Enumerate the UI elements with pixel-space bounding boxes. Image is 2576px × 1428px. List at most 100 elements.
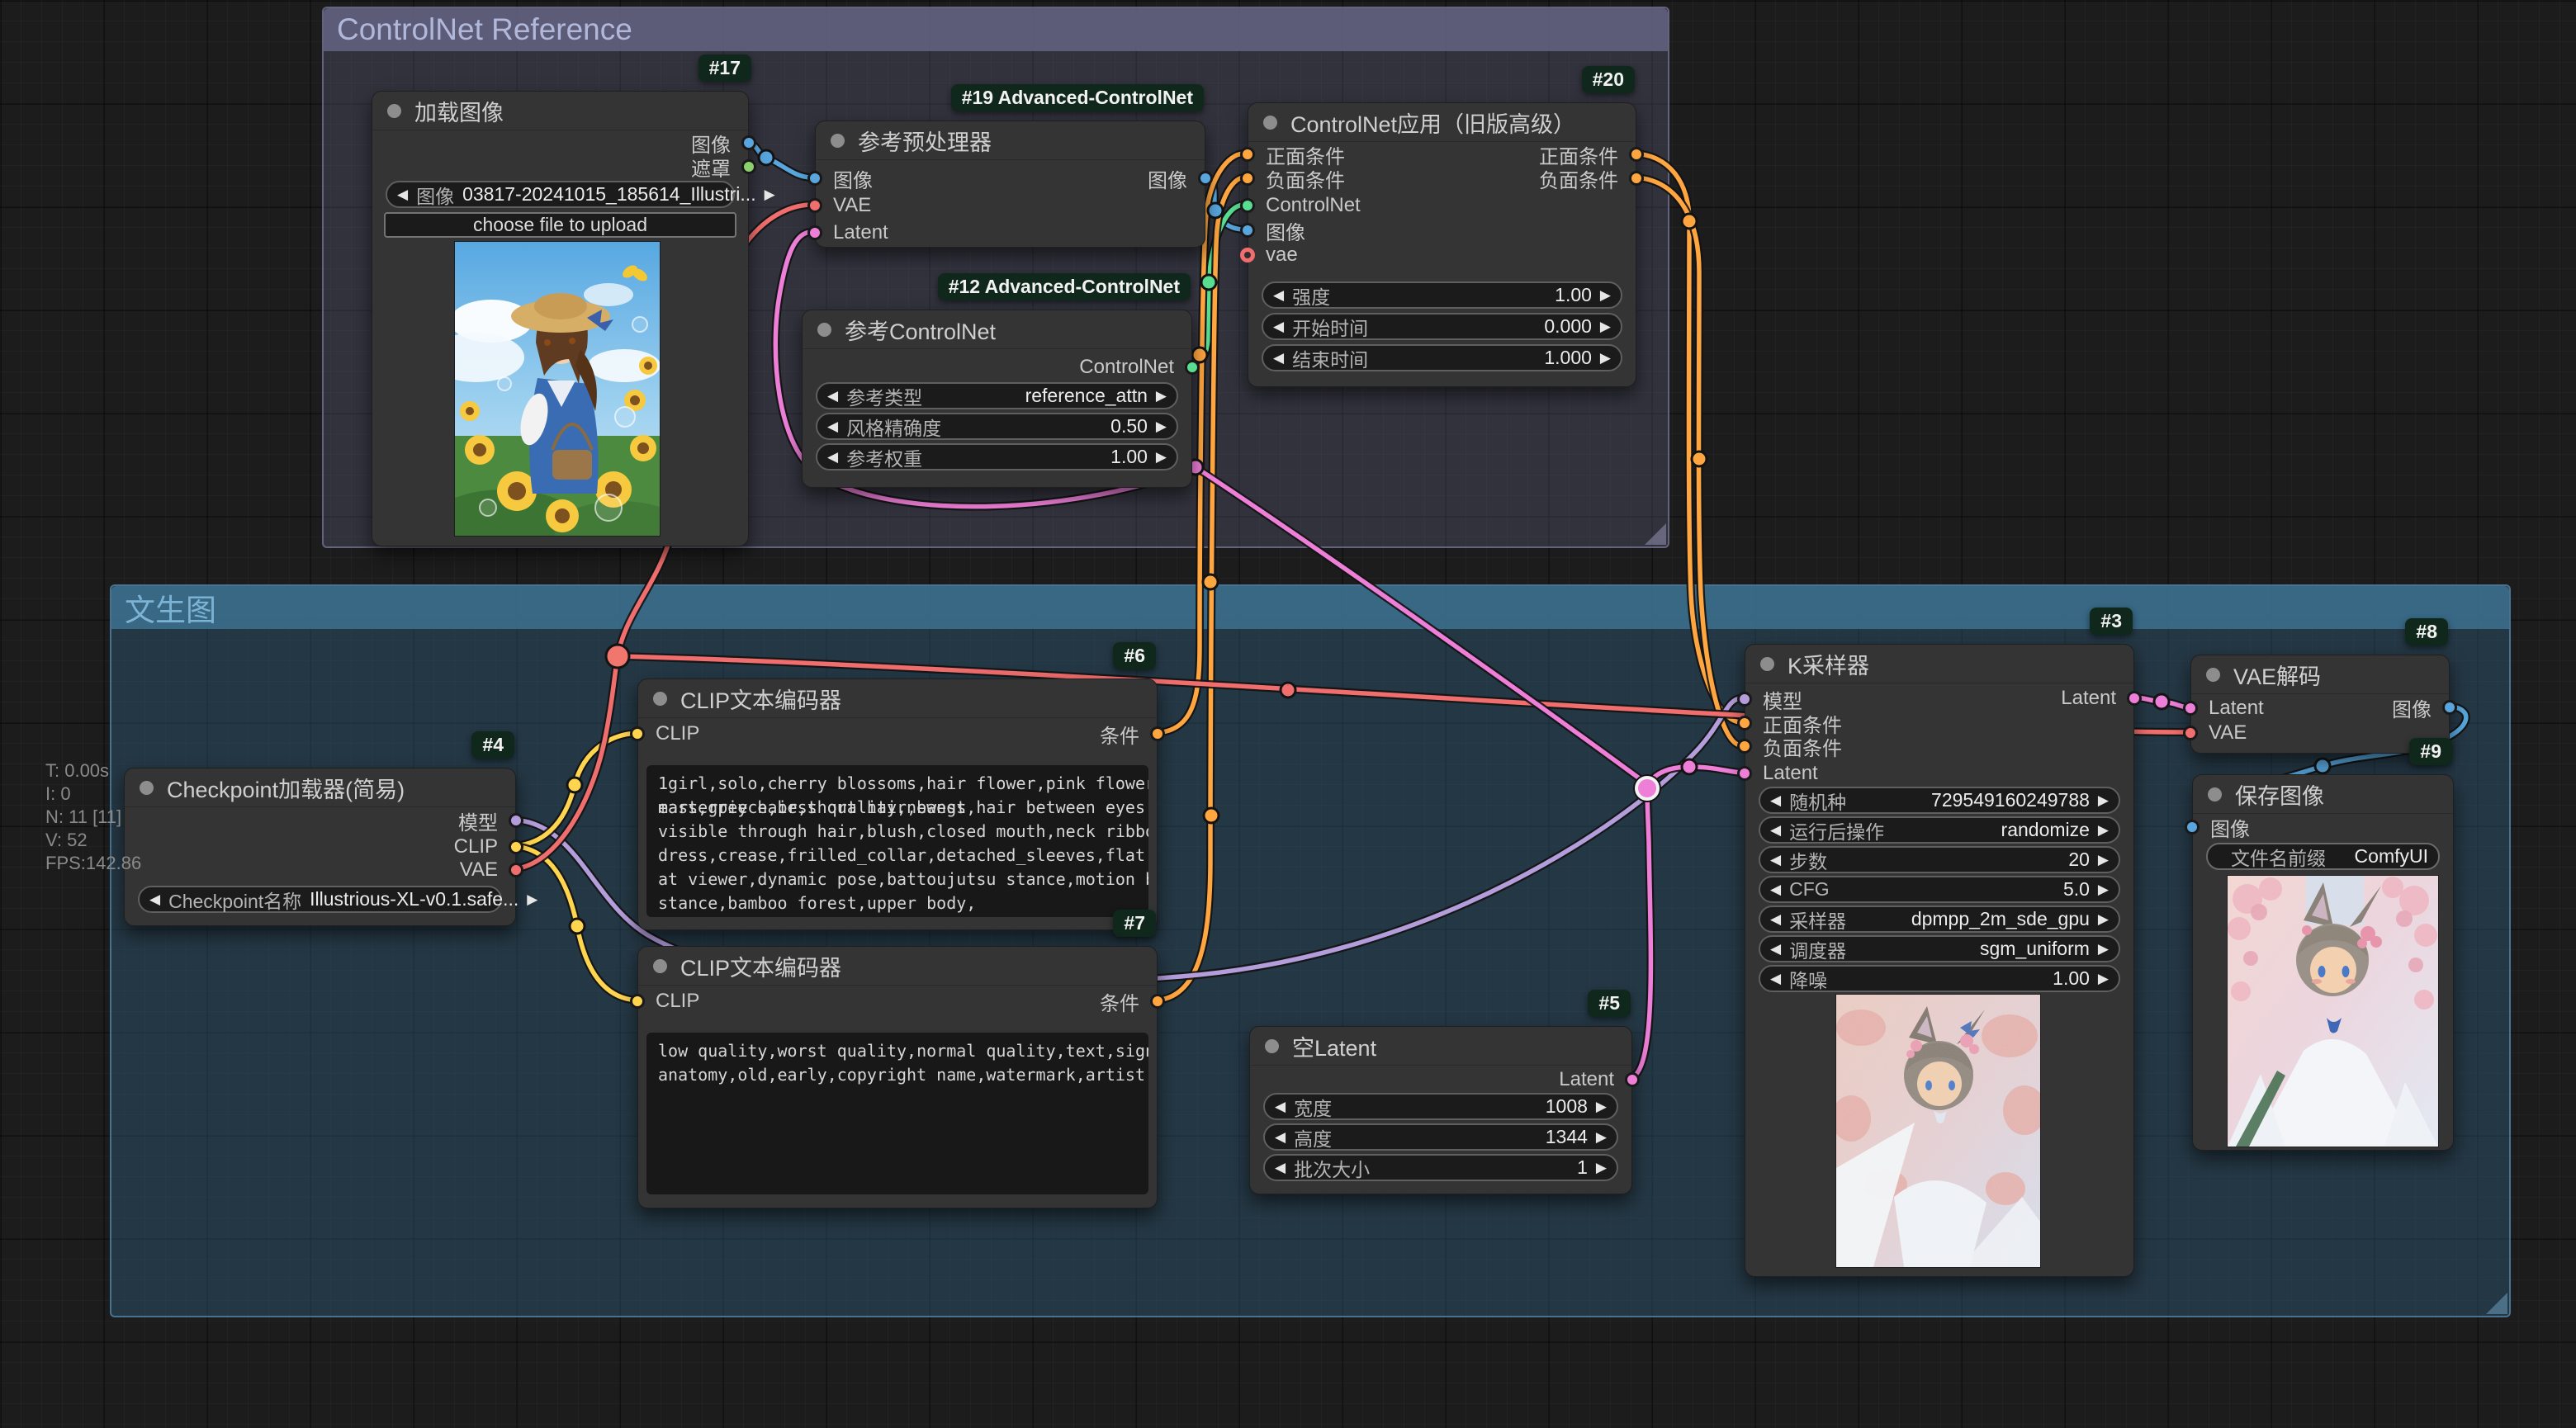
- widget-left-arrow-icon[interactable]: ◀: [827, 418, 838, 435]
- widget-right-arrow-icon[interactable]: ▶: [1596, 1099, 1607, 1115]
- collapse-dot-icon[interactable]: [387, 104, 401, 118]
- port-dot-latent-icon[interactable]: [807, 225, 822, 240]
- output-latent[interactable]: Latent: [2061, 686, 2142, 711]
- start-percent-widget[interactable]: ◀ 开始时间 0.000 ▶: [1262, 313, 1622, 340]
- input-negative[interactable]: 负面条件: [1240, 166, 1345, 191]
- widget-right-arrow-icon[interactable]: ▶: [1156, 449, 1167, 466]
- node-header[interactable]: CLIP文本编码器: [638, 679, 1157, 718]
- widget-left-arrow-icon[interactable]: ◀: [1273, 350, 1284, 366]
- widget-left-arrow-icon[interactable]: ◀: [1770, 911, 1781, 928]
- node-clip-text-encode-negative[interactable]: CLIP文本编码器 CLIP 条件 low quality,worst qual…: [637, 946, 1158, 1208]
- widget-left-arrow-icon[interactable]: ◀: [1273, 287, 1284, 304]
- output-positive[interactable]: 正面条件: [1539, 142, 1644, 167]
- checkpoint-name-widget[interactable]: ◀ Checkpoint名称 Illustrious-XL-v0.1.safe.…: [138, 886, 502, 913]
- cfg-widget[interactable]: ◀ CFG 5.0 ▶: [1759, 876, 2120, 903]
- port-dot-clip-icon[interactable]: [630, 994, 645, 1009]
- seed-widget[interactable]: ◀ 随机种 729549160249788 ▶: [1759, 787, 2120, 814]
- port-dot-conditioning-icon[interactable]: [1150, 994, 1165, 1009]
- end-percent-widget[interactable]: ◀ 结束时间 1.000 ▶: [1262, 344, 1622, 371]
- steps-widget[interactable]: ◀ 步数 20 ▶: [1759, 846, 2120, 873]
- node-reference-preprocessor[interactable]: 参考预处理器 图像 VAE Latent 图像: [815, 121, 1205, 248]
- input-vae[interactable]: VAE: [807, 193, 871, 218]
- widget-left-arrow-icon[interactable]: ◀: [1273, 319, 1284, 335]
- collapse-dot-icon[interactable]: [653, 959, 667, 973]
- widget-right-arrow-icon[interactable]: ▶: [765, 187, 775, 203]
- control-after-generate-widget[interactable]: ◀ 运行后操作 randomize ▶: [1759, 816, 2120, 844]
- widget-right-arrow-icon[interactable]: ▶: [2098, 971, 2109, 987]
- node-header[interactable]: 参考ControlNet: [803, 310, 1191, 349]
- node-header[interactable]: VAE解码: [2191, 655, 2449, 694]
- input-model[interactable]: 模型: [1737, 687, 1802, 712]
- widget-left-arrow-icon[interactable]: ◀: [827, 388, 838, 404]
- port-dot-image-icon[interactable]: [1198, 171, 1213, 186]
- widget-left-arrow-icon[interactable]: ◀: [1275, 1099, 1286, 1115]
- port-dot-latent-icon[interactable]: [2127, 691, 2142, 706]
- image-combo-widget[interactable]: ◀ 图像 03817-20241015_185614_Illustri... ▶: [386, 181, 735, 208]
- output-image[interactable]: 图像: [2392, 695, 2457, 720]
- choose-file-button[interactable]: choose file to upload: [384, 212, 736, 238]
- node-header[interactable]: CLIP文本编码器: [638, 947, 1157, 986]
- strength-widget[interactable]: ◀ 强度 1.00 ▶: [1262, 281, 1622, 309]
- negative-prompt-textarea[interactable]: low quality,worst quality,normal quality…: [646, 1033, 1148, 1194]
- style-fidelity-widget[interactable]: ◀ 风格精确度 0.50 ▶: [816, 413, 1178, 440]
- port-dot-image-icon[interactable]: [807, 171, 822, 186]
- widget-right-arrow-icon[interactable]: ▶: [2098, 911, 2109, 928]
- input-latent[interactable]: Latent: [1737, 761, 1818, 786]
- positive-prompt-textarea[interactable]: 1girl,solo,cherry blossoms,hair flower,p…: [646, 765, 1148, 917]
- port-dot-vae-icon[interactable]: [509, 863, 523, 877]
- port-dot-conditioning-icon[interactable]: [1150, 726, 1165, 741]
- input-latent[interactable]: Latent: [2183, 696, 2264, 721]
- node-apply-controlnet[interactable]: ControlNet应用（旧版高级） 正面条件 负面条件 ControlNet …: [1248, 102, 1636, 387]
- output-latent[interactable]: Latent: [1559, 1067, 1640, 1092]
- output-model[interactable]: 模型: [458, 808, 523, 833]
- widget-left-arrow-icon[interactable]: ◀: [1275, 1129, 1286, 1146]
- collapse-dot-icon[interactable]: [1263, 116, 1277, 130]
- node-header[interactable]: 保存图像: [2193, 775, 2453, 814]
- node-checkpoint-loader[interactable]: Checkpoint加载器(简易) 模型 CLIP VAE ◀ Checkpoi…: [124, 768, 516, 926]
- widget-right-arrow-icon[interactable]: ▶: [1596, 1129, 1607, 1146]
- port-dot-image-icon[interactable]: [1240, 223, 1255, 238]
- reference-weight-widget[interactable]: ◀ 参考权重 1.00 ▶: [816, 443, 1178, 470]
- output-negative[interactable]: 负面条件: [1539, 166, 1644, 191]
- input-controlnet[interactable]: ControlNet: [1240, 193, 1361, 218]
- widget-right-arrow-icon[interactable]: ▶: [1600, 319, 1611, 335]
- widget-left-arrow-icon[interactable]: ◀: [1770, 822, 1781, 839]
- collapse-dot-icon[interactable]: [1760, 657, 1774, 671]
- input-vae[interactable]: VAE: [2183, 721, 2247, 745]
- widget-right-arrow-icon[interactable]: ▶: [2098, 852, 2109, 868]
- scheduler-widget[interactable]: ◀ 调度器 sgm_uniform ▶: [1759, 935, 2120, 962]
- port-dot-vae-icon[interactable]: [1240, 248, 1255, 262]
- sampler-widget[interactable]: ◀ 采样器 dpmpp_2m_sde_gpu ▶: [1759, 906, 2120, 933]
- node-header[interactable]: ControlNet应用（旧版高级）: [1248, 103, 1636, 142]
- node-empty-latent[interactable]: 空Latent Latent ◀ 宽度 1008 ▶ ◀ 高度 1344 ▶ ◀…: [1249, 1026, 1632, 1194]
- widget-right-arrow-icon[interactable]: ▶: [1600, 350, 1611, 366]
- node-ksampler[interactable]: K采样器 模型 正面条件 负面条件 Latent Latent ◀ 随机种 72…: [1745, 644, 2134, 1277]
- output-controlnet[interactable]: ControlNet: [1079, 355, 1200, 380]
- node-reference-controlnet[interactable]: 参考ControlNet ControlNet ◀ 参考类型 reference…: [802, 310, 1192, 488]
- port-dot-latent-icon[interactable]: [2183, 701, 2198, 716]
- widget-left-arrow-icon[interactable]: ◀: [149, 891, 160, 908]
- port-dot-vae-icon[interactable]: [807, 198, 822, 213]
- widget-right-arrow-icon[interactable]: ▶: [1596, 1160, 1607, 1176]
- input-image[interactable]: 图像: [807, 166, 873, 191]
- input-vae[interactable]: vae: [1240, 243, 1298, 267]
- node-graph-canvas[interactable]: ControlNet Reference 文生图: [0, 0, 2576, 1428]
- collapse-dot-icon[interactable]: [817, 323, 831, 337]
- input-latent[interactable]: Latent: [807, 220, 888, 245]
- widget-right-arrow-icon[interactable]: ▶: [2098, 882, 2109, 898]
- port-dot-conditioning-icon[interactable]: [1629, 147, 1644, 162]
- input-clip[interactable]: CLIP: [630, 721, 699, 746]
- port-dot-image-icon[interactable]: [741, 135, 756, 150]
- widget-right-arrow-icon[interactable]: ▶: [1600, 287, 1611, 304]
- width-widget[interactable]: ◀ 宽度 1008 ▶: [1263, 1093, 1618, 1120]
- widget-right-arrow-icon[interactable]: ▶: [2098, 822, 2109, 839]
- input-positive[interactable]: 正面条件: [1240, 142, 1345, 167]
- port-dot-conditioning-icon[interactable]: [1240, 147, 1255, 162]
- widget-left-arrow-icon[interactable]: ◀: [1770, 941, 1781, 958]
- widget-left-arrow-icon[interactable]: ◀: [827, 449, 838, 466]
- node-header[interactable]: 加载图像: [372, 92, 748, 130]
- denoise-widget[interactable]: ◀ 降噪 1.00 ▶: [1759, 965, 2120, 992]
- port-dot-image-icon[interactable]: [2442, 700, 2457, 715]
- output-image[interactable]: 图像: [691, 130, 756, 155]
- collapse-dot-icon[interactable]: [2206, 668, 2220, 682]
